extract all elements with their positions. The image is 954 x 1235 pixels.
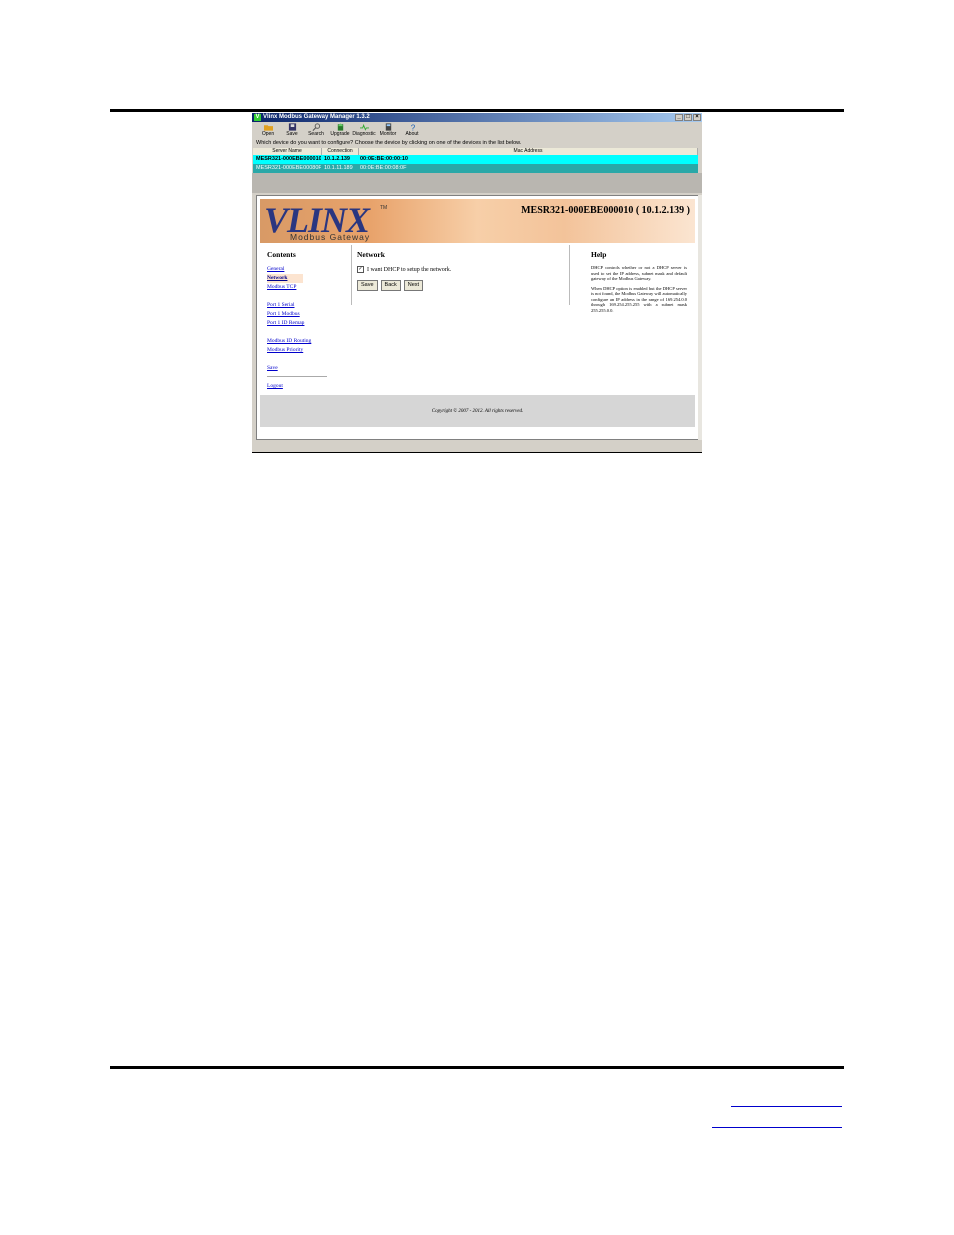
toolbar-upgrade-button[interactable]: Upgrade: [328, 122, 352, 139]
column-divider: [569, 245, 570, 305]
network-heading: Network: [357, 250, 385, 259]
nav-divider: [267, 376, 327, 377]
table-empty-area: [252, 173, 702, 193]
toolbar-monitor-button[interactable]: Monitor: [376, 122, 400, 139]
toolbar-about-label: About: [405, 131, 419, 137]
footer-link-1[interactable]: [731, 1106, 842, 1107]
nav-port1-modbus[interactable]: Port 1 Modbus: [267, 310, 337, 319]
contents-nav: Contents General Network Modbus TCP Port…: [267, 250, 337, 391]
toolbar-search-label: Search: [308, 131, 324, 137]
toolbar-about-button[interactable]: ? About: [400, 122, 424, 139]
table-row[interactable]: MESR321-000EBE000010 10.1.2.139 00:0E:BE…: [253, 155, 698, 164]
close-button[interactable]: ×: [693, 114, 701, 121]
question-icon: ?: [410, 124, 415, 131]
nav-modbus-id-routing[interactable]: Modbus ID Routing: [267, 337, 337, 346]
network-panel: Network ✓ I want DHCP to setup the netwo…: [357, 250, 451, 291]
toolbar-diagnostic-button[interactable]: Diagnostic: [352, 122, 376, 139]
device-prompt: Which device do you want to configure? C…: [256, 140, 522, 146]
folder-open-icon: [263, 125, 273, 131]
mac-address-cell: 00:0E:BE:00:00:10: [360, 156, 408, 162]
save-button[interactable]: Save: [357, 280, 378, 291]
copyright: Copyright © 2007 - 2012. All rights rese…: [431, 409, 524, 414]
dhcp-checkbox[interactable]: ✓: [357, 266, 364, 273]
footer-link-2[interactable]: [712, 1127, 842, 1128]
toolbar-open-label: Open: [261, 131, 275, 137]
next-button[interactable]: Next: [403, 280, 424, 291]
window-title: Vlinx Modbus Gateway Manager 1.3.2: [263, 114, 370, 120]
connection-cell: 10.1.11.189: [324, 165, 353, 171]
nav-port1-serial[interactable]: Port 1 Serial: [267, 301, 337, 310]
device-table-header: Server Name Connection Mac Address: [253, 148, 698, 155]
bottom-rule: [110, 1066, 844, 1069]
upgrade-icon: [337, 123, 343, 131]
nav-modbus-priority[interactable]: Modbus Priority: [267, 346, 337, 355]
nav-save[interactable]: Save: [267, 364, 337, 373]
help-text-fallback: When DHCP option is enabled but the DHCP…: [591, 285, 687, 313]
horizontal-scrollbar[interactable]: [256, 440, 697, 450]
server-name-cell: MESR321-000EBE00080F: [256, 165, 321, 171]
app-icon: V: [254, 114, 261, 121]
column-connection[interactable]: Connection: [322, 148, 359, 155]
connection-cell: 10.1.2.139: [324, 156, 350, 162]
nav-network[interactable]: Network: [267, 274, 303, 283]
nav-port1-id-remap[interactable]: Port 1 ID Remap: [267, 319, 337, 328]
dhcp-checkbox-label: I want DHCP to setup the network.: [367, 266, 452, 273]
minimize-button[interactable]: _: [675, 114, 683, 121]
vertical-scrollbar[interactable]: [698, 195, 702, 440]
toolbar-save-label: Save: [286, 131, 298, 137]
maximize-button[interactable]: □: [684, 114, 692, 121]
svg-text:?: ?: [410, 124, 415, 131]
diagnostic-icon: [359, 123, 369, 131]
app-screenshot: V Vlinx Modbus Gateway Manager 1.3.2 _ □…: [252, 113, 702, 453]
help-panel: Help DHCP controls whether or not a DHCP…: [591, 250, 687, 317]
table-row[interactable]: MESR321-000EBE00080F 10.1.11.189 00:0E:B…: [253, 164, 698, 173]
server-name-cell: MESR321-000EBE000010: [256, 156, 321, 162]
help-heading: Help: [591, 250, 607, 259]
mac-address-cell: 00:0E:BE:00:08:0F: [360, 165, 407, 171]
top-rule: [110, 109, 844, 112]
column-server-name[interactable]: Server Name: [253, 148, 322, 155]
logo-subtitle: Modbus Gateway: [290, 232, 371, 242]
search-icon: [312, 123, 320, 131]
title-bar: V Vlinx Modbus Gateway Manager 1.3.2 _ □…: [252, 113, 702, 122]
toolbar-search-button[interactable]: Search: [304, 122, 328, 139]
toolbar-save-button[interactable]: Save: [280, 122, 304, 139]
floppy-icon: [288, 123, 296, 131]
toolbar-open-button[interactable]: Open: [256, 122, 280, 139]
network-buttons: Save Back Next: [357, 280, 451, 291]
column-divider: [351, 245, 352, 305]
back-button[interactable]: Back: [380, 280, 401, 291]
trademark: TM: [380, 205, 388, 211]
toolbar: Open Save Search Upgrade Diagnostic Moni…: [252, 122, 702, 139]
embedded-web-page: VLINX TM Modbus Gateway MESR321-000EBE00…: [256, 195, 699, 440]
nav-logout[interactable]: Logout: [267, 382, 337, 391]
vlinx-banner: VLINX TM Modbus Gateway MESR321-000EBE00…: [260, 199, 695, 243]
help-text-dhcp: DHCP controls whether or not a DHCP serv…: [591, 265, 687, 281]
contents-heading: Contents: [267, 250, 296, 259]
monitor-icon: [385, 123, 391, 131]
nav-general[interactable]: General: [267, 265, 337, 274]
nav-modbus-tcp[interactable]: Modbus TCP: [267, 283, 337, 292]
toolbar-diagnostic-label: Diagnostic: [352, 131, 376, 137]
device-title: MESR321-000EBE000010 ( 10.1.2.139 ): [521, 205, 690, 216]
toolbar-monitor-label: Monitor: [379, 131, 397, 137]
dhcp-option: ✓ I want DHCP to setup the network.: [357, 266, 451, 273]
page-footer: Copyright © 2007 - 2012. All rights rese…: [260, 395, 695, 427]
window-controls: _ □ ×: [675, 114, 701, 121]
toolbar-upgrade-label: Upgrade: [330, 131, 350, 137]
column-mac-address[interactable]: Mac Address: [359, 148, 698, 155]
